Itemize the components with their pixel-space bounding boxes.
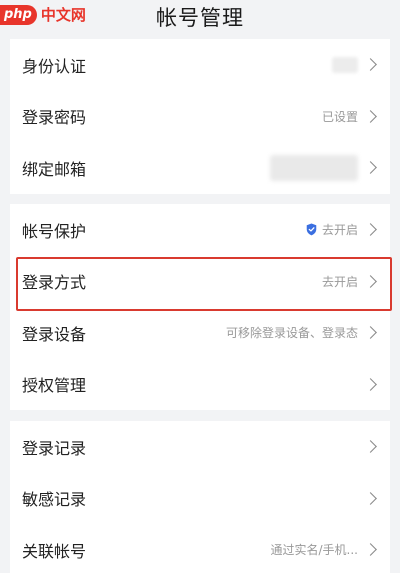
row-label: 关联帐号 xyxy=(22,541,87,561)
row-bind-email[interactable]: 绑定邮箱 xyxy=(10,142,390,194)
row-login-devices[interactable]: 登录设备 可移除登录设备、登录态 xyxy=(10,307,390,359)
shield-icon xyxy=(306,223,317,236)
row-login-records[interactable]: 登录记录 xyxy=(10,421,390,473)
row-identity-verification[interactable]: 身份认证 xyxy=(10,39,390,91)
chevron-right-icon xyxy=(364,491,377,505)
row-value: 去开启 xyxy=(321,274,358,289)
row-linked-accounts[interactable]: 关联帐号 通过实名/手机... xyxy=(10,524,390,573)
chevron-right-icon xyxy=(364,377,377,391)
row-value: 可移除登录设备、登录态 xyxy=(225,326,358,341)
row-login-password[interactable]: 登录密码 已设置 xyxy=(10,91,390,143)
settings-group-records: 登录记录 敏感记录 关联帐号 通过实名/手机... xyxy=(10,421,390,573)
settings-group-security: 帐号保护 去开启 登录方式 去开启 登录设备 可移除登录设备、登录态 授权管理 xyxy=(10,204,390,410)
row-label: 身份认证 xyxy=(22,56,87,76)
row-authorization-management[interactable]: 授权管理 xyxy=(10,359,390,411)
row-label: 帐号保护 xyxy=(22,221,87,241)
row-value: 通过实名/手机... xyxy=(270,543,359,558)
row-value: 去开启 xyxy=(321,223,358,238)
masked-value xyxy=(332,56,358,73)
settings-group-identity: 身份认证 登录密码 已设置 绑定邮箱 xyxy=(10,39,390,194)
top-bar: php 中文网 帐号管理 xyxy=(0,0,400,36)
page-title: 帐号管理 xyxy=(156,6,244,30)
row-label: 登录记录 xyxy=(22,438,87,458)
row-value: 已设置 xyxy=(321,109,358,124)
chevron-right-icon xyxy=(364,109,377,123)
chevron-right-icon xyxy=(364,543,377,557)
chevron-right-icon xyxy=(364,161,377,175)
chevron-right-icon xyxy=(364,440,377,454)
row-label: 登录方式 xyxy=(22,273,87,293)
row-label: 绑定邮箱 xyxy=(22,159,87,179)
row-sensitive-records[interactable]: 敏感记录 xyxy=(10,473,390,525)
masked-value xyxy=(270,154,358,181)
chevron-right-icon xyxy=(364,58,377,72)
chevron-right-icon xyxy=(364,274,377,288)
row-login-method[interactable]: 登录方式 去开启 xyxy=(10,256,390,308)
row-label: 登录密码 xyxy=(22,108,87,128)
row-label: 敏感记录 xyxy=(22,490,87,510)
chevron-right-icon xyxy=(364,326,377,340)
chevron-right-icon xyxy=(364,223,377,237)
row-account-protection[interactable]: 帐号保护 去开启 xyxy=(10,204,390,256)
row-label: 登录设备 xyxy=(22,324,87,344)
row-label: 授权管理 xyxy=(22,376,87,396)
